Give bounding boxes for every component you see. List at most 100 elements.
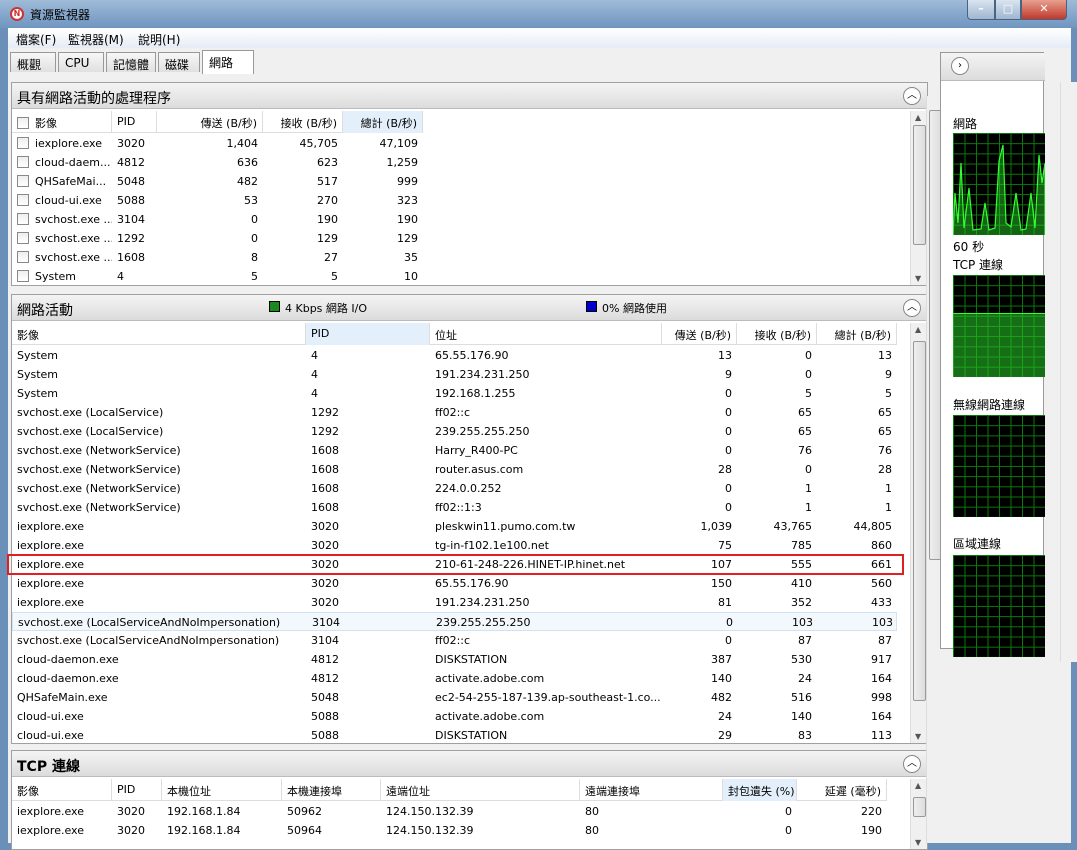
table-row[interactable]: iexplore.exe 3020 pleskwin11.pumo.com.tw 1,… — [12, 517, 897, 536]
table-row[interactable]: cloud-ui.exe 5088 53 270 323 — [12, 191, 423, 210]
column-header[interactable]: PID — [112, 111, 157, 133]
column-header[interactable]: PID — [112, 779, 162, 801]
table-row[interactable]: svchost.exe (LocalService) 1292 ff02::c 0 65… — [12, 403, 897, 422]
row-checkbox[interactable] — [17, 270, 29, 282]
table-cell: 3020 — [112, 134, 157, 153]
tab-disk[interactable]: 磁碟 — [158, 52, 200, 72]
column-header[interactable]: 傳送 (B/秒) — [662, 323, 737, 345]
cell-text: 0 — [725, 501, 732, 514]
table-row[interactable]: svchost.exe (NetworkService) 1608 Harry_R4… — [12, 441, 897, 460]
cell-text: 323 — [397, 194, 418, 207]
scrollbar[interactable]: ▲ ▼ — [910, 323, 927, 743]
table-cell: 65.55.176.90 — [430, 346, 662, 365]
table-row[interactable]: svchost.exe (NetworkService) 1608 ff02::1:… — [12, 498, 897, 517]
cell-text: 3104 — [312, 616, 340, 629]
row-checkbox[interactable] — [17, 175, 29, 187]
column-header[interactable]: 接收 (B/秒) — [737, 323, 817, 345]
table-row[interactable]: svchost.exe (LocalService) 1292 239.255.25… — [12, 422, 897, 441]
table-row[interactable]: svchost.exe (NetworkService) 1608 router.a… — [12, 460, 897, 479]
menu-help[interactable]: 說明(H) — [138, 31, 180, 48]
collapse-icon[interactable]: ︿ — [903, 299, 921, 317]
column-header[interactable]: 接收 (B/秒) — [263, 111, 343, 133]
table-row[interactable]: QHSafeMain.exe 5048 ec2-54-255-187-139.ap-… — [12, 688, 897, 707]
table-row[interactable]: svchost.exe ... 3104 0 190 190 — [12, 210, 423, 229]
collapse-icon[interactable]: ︿ — [903, 755, 921, 773]
close-button[interactable]: ✕ — [1021, 0, 1067, 20]
cell-text: 87 — [878, 634, 892, 647]
table-row[interactable]: cloud-daemon.exe 4812 DISKSTATION 387 530 917 — [12, 650, 897, 669]
column-header[interactable]: 遠端連接埠 — [580, 779, 723, 801]
table-row[interactable]: svchost.exe ... 1292 0 129 129 — [12, 229, 423, 248]
cell-text: 3020 — [311, 577, 339, 590]
row-checkbox[interactable] — [17, 156, 29, 168]
column-header[interactable]: 封包遺失 (%) — [723, 779, 797, 801]
row-checkbox[interactable] — [17, 213, 29, 225]
column-header[interactable]: 總計 (B/秒) — [343, 111, 423, 133]
table-row[interactable]: cloud-daemon.exe 4812 activate.adobe.com 14… — [12, 669, 897, 688]
column-header[interactable]: 影像 — [12, 779, 112, 801]
table-cell: 0 — [737, 365, 817, 384]
table-row[interactable]: QHSafeMai... 5048 482 517 999 — [12, 172, 423, 191]
cell-text: 5 — [331, 270, 338, 283]
cell-text: 5088 — [311, 729, 339, 742]
scrollbar[interactable]: ▲ ▼ — [910, 111, 927, 285]
table-cell: 5048 — [306, 688, 430, 707]
menu-file[interactable]: 檔案(F) — [16, 31, 56, 48]
column-header[interactable]: 總計 (B/秒) — [817, 323, 897, 345]
tab-memory[interactable]: 記憶體 — [106, 52, 156, 72]
table-row[interactable]: svchost.exe (NetworkService) 1608 224.0.0.… — [12, 479, 897, 498]
expand-icon[interactable]: › — [951, 57, 969, 75]
cell-text: 1608 — [311, 463, 339, 476]
table-row[interactable]: svchost.exe (LocalServiceAndNoImpersonat… — [12, 631, 897, 650]
table-row[interactable]: iexplore.exe 3020 tg-in-f102.1e100.net 75 78… — [12, 536, 897, 555]
row-checkbox[interactable] — [17, 232, 29, 244]
table-row[interactable]: System 4 191.234.231.250 9 0 9 — [12, 365, 897, 384]
menu-monitor[interactable]: 監視器(M) — [68, 31, 124, 48]
table-cell: 3020 — [306, 574, 430, 593]
table-row[interactable]: iexplore.exe 3020 1,404 45,705 47,109 — [12, 134, 423, 153]
table-row[interactable]: iexplore.exe 3020 191.234.231.250 81 352 433 — [12, 593, 897, 612]
table-row[interactable]: svchost.exe (LocalServiceAndNoImpersonat… — [12, 612, 897, 631]
minimize-button[interactable]: – — [967, 0, 995, 20]
cell-text: 191.234.231.250 — [435, 368, 530, 381]
cell-text: ff02::c — [435, 634, 471, 647]
row-checkbox[interactable] — [17, 251, 29, 263]
maximize-button[interactable]: □ — [995, 0, 1021, 20]
time-label: 60 秒 — [953, 240, 985, 254]
table-cell: 998 — [817, 688, 897, 707]
cell-text: 0 — [725, 634, 732, 647]
column-header[interactable]: 延遲 (毫秒) — [797, 779, 887, 801]
column-header[interactable]: 本機連接埠 — [282, 779, 381, 801]
tab-cpu[interactable]: CPU — [58, 52, 104, 72]
table-row[interactable]: cloud-ui.exe 5088 activate.adobe.com 24 140 1… — [12, 707, 897, 726]
graph-scrollbar[interactable] — [1060, 82, 1077, 662]
table-row[interactable]: cloud-daem... 4812 636 623 1,259 — [12, 153, 423, 172]
row-checkbox[interactable] — [17, 137, 29, 149]
column-header[interactable]: 遠端位址 — [381, 779, 580, 801]
row-checkbox[interactable] — [17, 194, 29, 206]
table-cell: 0 — [662, 441, 737, 460]
table-cell: 3020 — [112, 821, 162, 840]
cell-text: 65.55.176.90 — [435, 577, 509, 590]
table-row[interactable]: cloud-ui.exe 5088 DISKSTATION 29 83 113 — [12, 726, 897, 745]
table-row[interactable]: iexplore.exe 3020 192.168.1.84 50962 124.150… — [12, 802, 887, 821]
scrollbar[interactable]: ▲ ▼ — [910, 779, 927, 849]
column-header[interactable]: PID — [306, 323, 430, 345]
table-cell: 1,039 — [662, 517, 737, 536]
column-header[interactable]: 本機位址 — [162, 779, 282, 801]
tab-network[interactable]: 網路 — [202, 50, 254, 74]
collapse-icon[interactable]: ︿ — [903, 87, 921, 105]
tab-overview[interactable]: 概觀 — [10, 52, 56, 72]
table-row[interactable]: System 4 65.55.176.90 13 0 13 — [12, 346, 897, 365]
table-row[interactable]: iexplore.exe 3020 192.168.1.84 50964 124.150… — [12, 821, 887, 840]
column-header[interactable]: 傳送 (B/秒) — [157, 111, 263, 133]
table-row[interactable]: iexplore.exe 3020 65.55.176.90 150 410 560 — [12, 574, 897, 593]
column-header[interactable]: 影像 — [12, 323, 306, 345]
table-row[interactable]: svchost.exe ... 1608 8 27 35 — [12, 248, 423, 267]
table-row[interactable]: System 4 192.168.1.255 0 5 5 — [12, 384, 897, 403]
table-row[interactable]: System 4 5 5 10 — [12, 267, 423, 285]
column-header[interactable]: 位址 — [430, 323, 662, 345]
select-all-checkbox[interactable] — [17, 117, 29, 129]
table-cell: 47,109 — [343, 134, 423, 153]
column-header[interactable]: 影像 — [12, 111, 112, 133]
